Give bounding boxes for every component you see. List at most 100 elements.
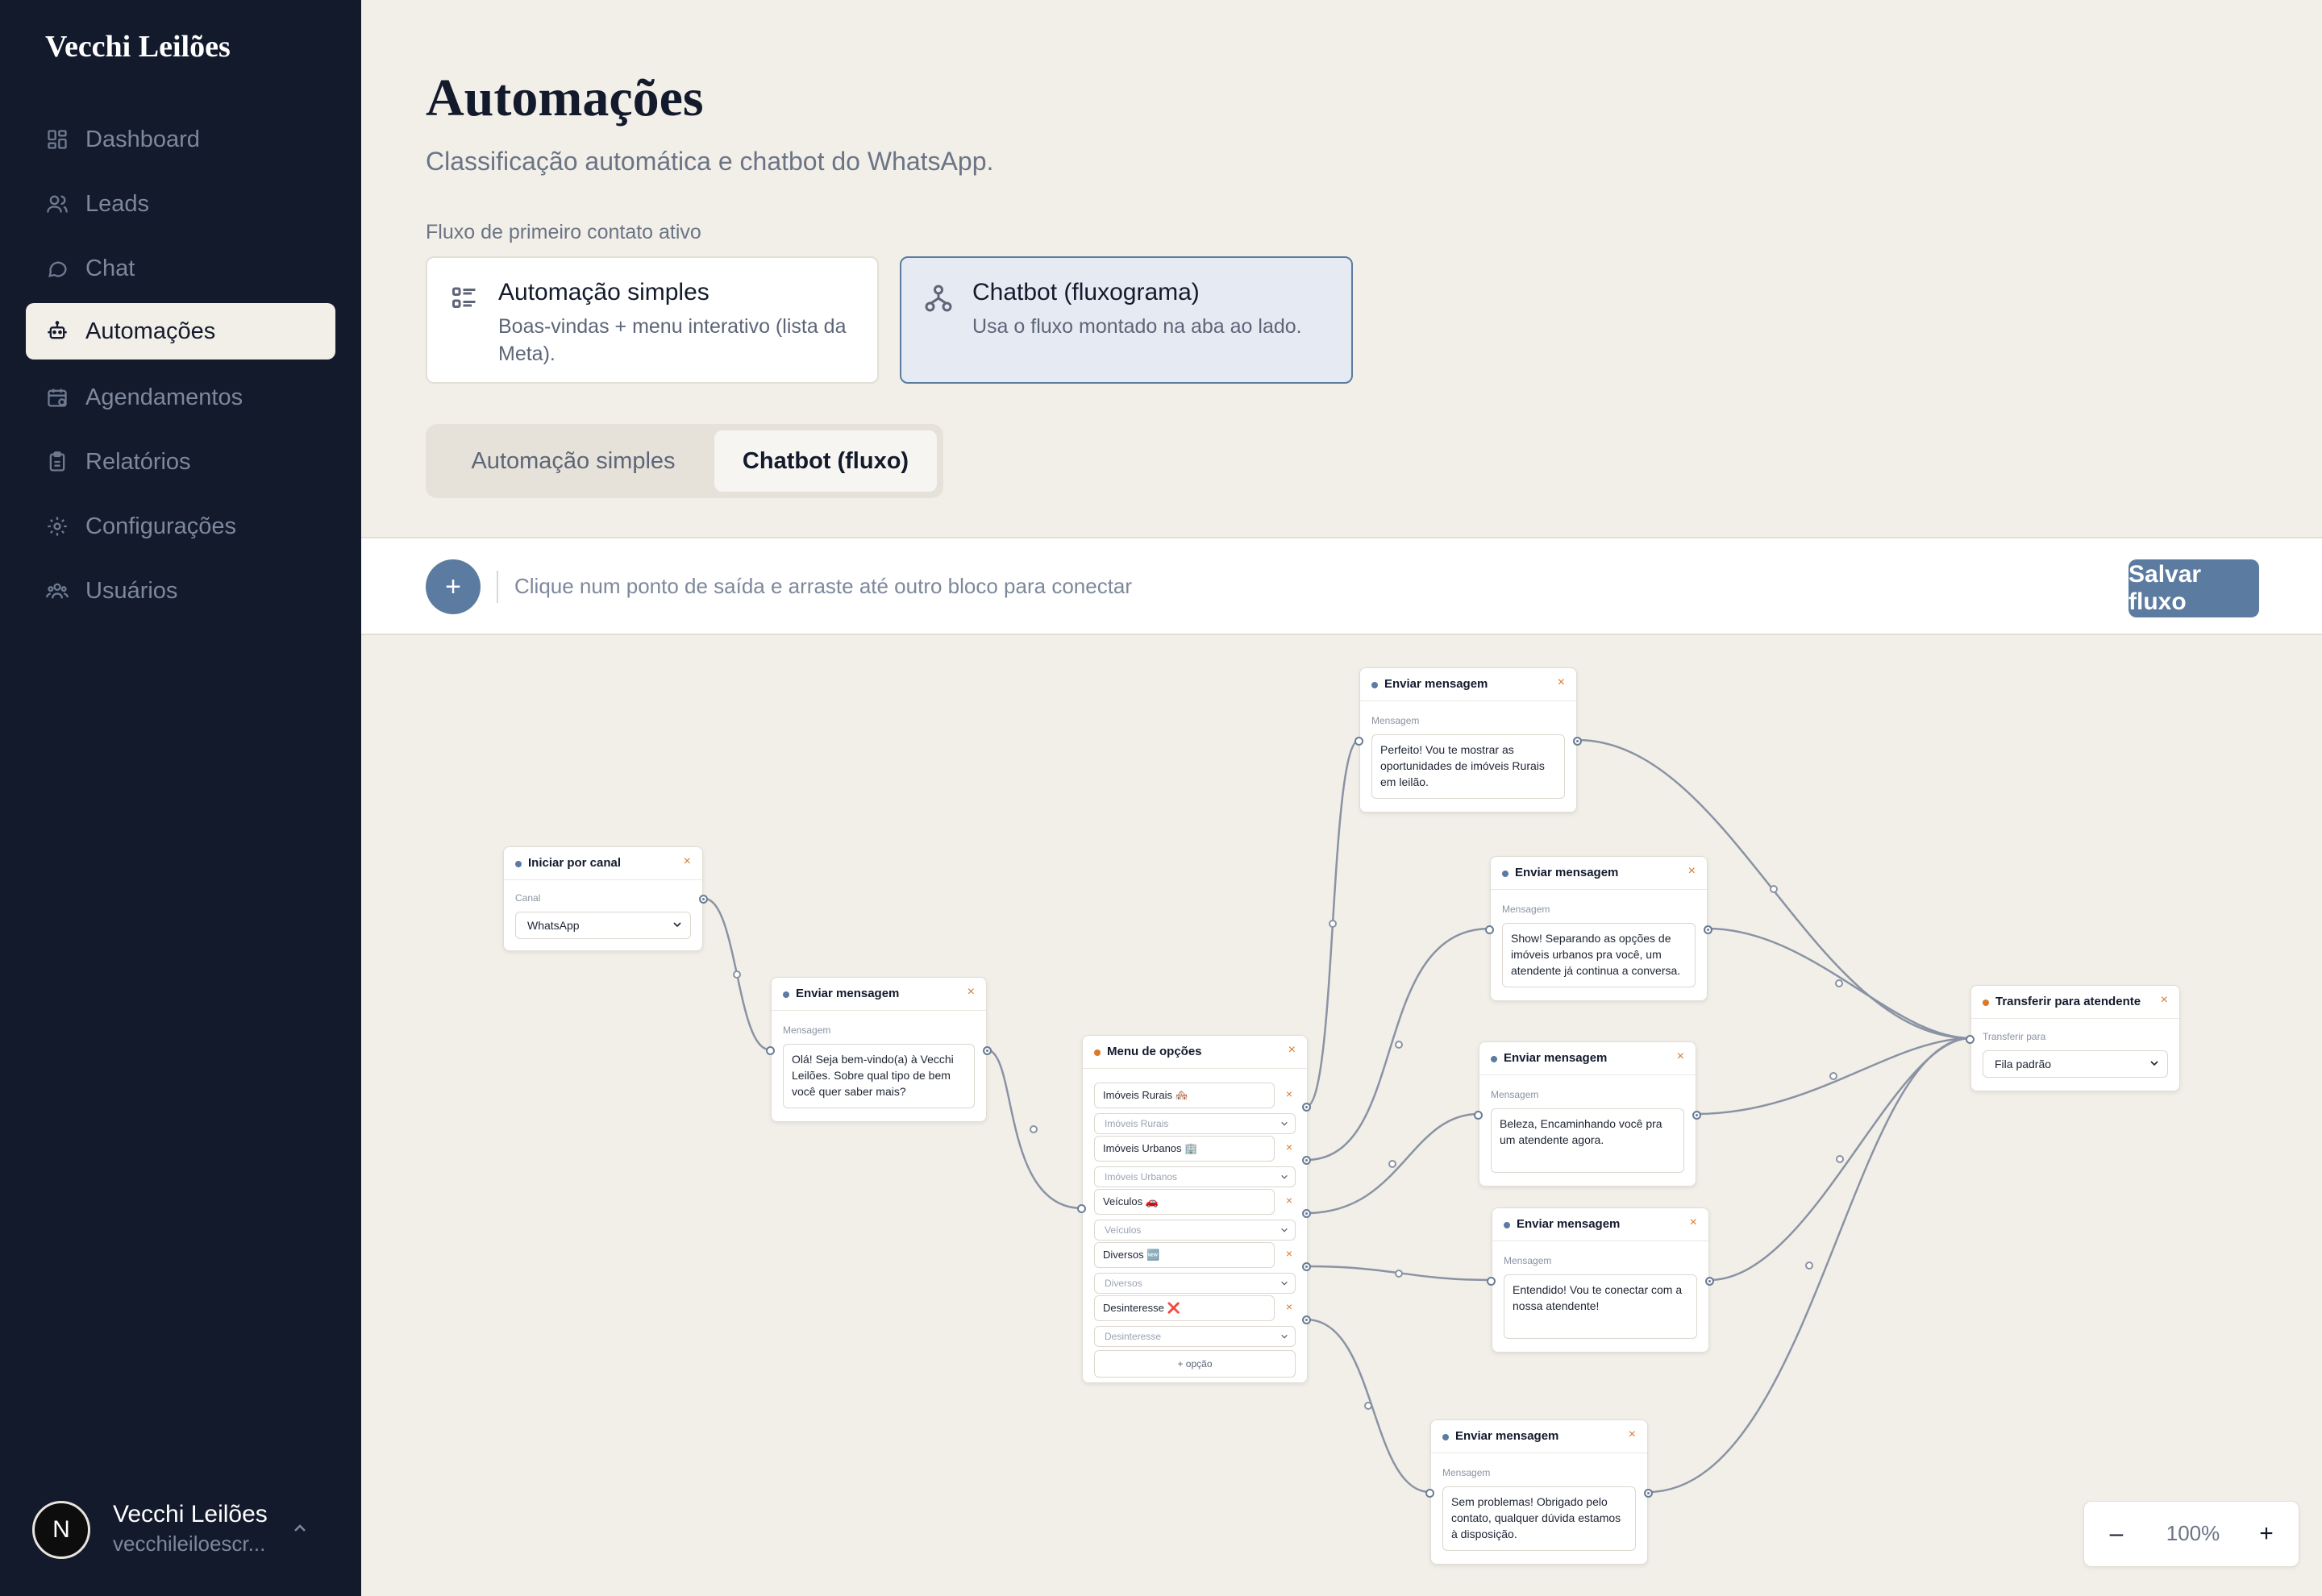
option-input[interactable]: Imóveis Urbanos 🏢 [1094,1136,1275,1162]
node-send-message-welcome[interactable]: Enviar mensagem × Mensagem Olá! Seja bem… [766,977,992,1122]
page-title: Automações [426,69,704,127]
message-textarea[interactable]: Show! Separando as opções de imóveis urb… [1502,923,1696,987]
option-target-select[interactable]: Imóveis Urbanos [1094,1166,1296,1187]
input-port[interactable] [1485,925,1494,934]
message-textarea[interactable]: Olá! Seja bem-vindo(a) à Vecchi Leilões.… [783,1044,975,1108]
close-icon[interactable]: × [684,854,691,869]
sidebar-item-relatorios[interactable]: Relatórios [26,434,335,490]
output-port[interactable] [1302,1262,1311,1271]
close-icon[interactable]: × [1688,864,1696,879]
flow-canvas[interactable]: Iniciar por canal × Canal WhatsApp Envia… [361,635,2322,1596]
output-port[interactable] [1704,925,1712,934]
user-menu[interactable]: N Vecchi Leilões vecchileiloescr... [32,1501,339,1559]
option-target-placeholder: Veículos [1105,1224,1142,1236]
node-header[interactable]: Iniciar por canal × [504,847,702,880]
sidebar-item-configuracoes[interactable]: Configurações [26,498,335,555]
output-port[interactable] [699,895,708,904]
mode-card-title: Automação simples [498,279,710,305]
output-port[interactable] [1302,1156,1311,1165]
output-port[interactable] [1705,1277,1714,1286]
sidebar-item-chat[interactable]: Chat [26,240,335,297]
close-icon[interactable]: × [1288,1043,1296,1058]
save-flow-button[interactable]: Salvar fluxo [2128,559,2259,617]
sidebar-item-leads[interactable]: Leads [26,176,335,232]
input-port[interactable] [1077,1204,1086,1213]
sidebar-item-usuarios[interactable]: Usuários [26,563,335,619]
message-textarea[interactable]: Perfeito! Vou te mostrar as oportunidade… [1371,734,1565,799]
option-target-select[interactable]: Diversos [1094,1273,1296,1294]
option-target-select[interactable]: Veículos [1094,1220,1296,1241]
message-textarea[interactable]: Sem problemas! Obrigado pelo contato, qu… [1442,1486,1636,1551]
output-port[interactable] [1644,1489,1653,1498]
output-port[interactable] [1302,1103,1311,1112]
input-port[interactable] [1354,737,1363,746]
output-port[interactable] [1302,1315,1311,1324]
message-textarea[interactable]: Beleza, Encaminhando você pra um atenden… [1491,1108,1684,1173]
node-send-message-desinteresse[interactable]: Enviar mensagem × Mensagem Sem problemas… [1425,1419,1653,1565]
close-icon[interactable]: × [968,985,975,1000]
output-port[interactable] [983,1046,992,1055]
remove-option-icon[interactable]: × [1286,1087,1292,1100]
zoom-level: 100% [2166,1521,2220,1545]
close-icon[interactable]: × [1558,675,1565,690]
node-send-message-diversos[interactable]: Enviar mensagem × Mensagem Entendido! Vo… [1487,1207,1714,1353]
option-input[interactable]: Desinteresse ❌ [1094,1295,1275,1321]
channel-select[interactable]: WhatsApp [515,912,691,939]
node-send-message-rurais[interactable]: Enviar mensagem × Mensagem Perfeito! Vou… [1354,667,1582,813]
sidebar-item-agendamentos[interactable]: Agendamentos [26,369,335,426]
close-icon[interactable]: × [2161,993,2168,1008]
mode-card-simple[interactable]: Automação simples Boas-vindas + menu int… [426,256,879,384]
node-header[interactable]: Menu de opções × [1083,1036,1307,1069]
node-send-message-urbanos[interactable]: Enviar mensagem × Mensagem Show! Separan… [1485,856,1712,1001]
option-input[interactable]: Imóveis Rurais 🏘️ [1094,1083,1275,1108]
chevron-down-icon [673,922,681,928]
close-icon[interactable]: × [1690,1216,1697,1230]
node-options-menu[interactable]: Menu de opções × Imóveis Rurais 🏘️ × Imó… [1077,1035,1311,1383]
tab-chatbot-fluxo[interactable]: Chatbot (fluxo) [714,430,937,492]
mode-card-description: Boas-vindas + menu interativo (lista da … [498,315,847,365]
mode-card-chatbot[interactable]: Chatbot (fluxograma) Usa o fluxo montado… [900,256,1353,384]
close-icon[interactable]: × [1677,1049,1684,1064]
zoom-in-button[interactable]: + [2249,1516,2284,1552]
option-input[interactable]: Diversos 🆕 [1094,1242,1275,1268]
add-block-button[interactable]: + [426,559,481,614]
message-textarea[interactable]: Entendido! Vou te conectar com a nossa a… [1504,1274,1697,1339]
node-send-message-veiculos[interactable]: Enviar mensagem × Mensagem Beleza, Encam… [1474,1041,1701,1187]
sidebar-item-automacoes[interactable]: Automações [26,303,335,360]
option-input[interactable]: Veículos 🚗 [1094,1189,1275,1215]
remove-option-icon[interactable]: × [1286,1141,1292,1153]
remove-option-icon[interactable]: × [1286,1194,1292,1207]
close-icon[interactable]: × [1629,1428,1636,1442]
option-target-select[interactable]: Imóveis Rurais [1094,1113,1296,1134]
node-title: Enviar mensagem [796,987,900,1000]
zoom-out-button[interactable]: – [2099,1516,2134,1552]
input-port[interactable] [1474,1111,1483,1120]
input-port[interactable] [1966,1035,1975,1044]
node-header[interactable]: Enviar mensagem × [1492,1208,1708,1241]
node-header[interactable]: Enviar mensagem × [772,978,986,1011]
output-port[interactable] [1692,1111,1701,1120]
tab-automacao-simples[interactable]: Automação simples [432,430,714,492]
option-target-select[interactable]: Desinteresse [1094,1326,1296,1347]
output-port[interactable] [1573,737,1582,746]
node-transfer-to-agent[interactable]: Transferir para atendente × Transferir p… [1966,985,2180,1091]
remove-option-icon[interactable]: × [1286,1247,1292,1260]
sidebar-item-dashboard[interactable]: Dashboard [26,111,335,168]
node-header[interactable]: Enviar mensagem × [1491,857,1707,890]
remove-option-icon[interactable]: × [1286,1300,1292,1313]
chevron-up-icon[interactable] [290,1519,310,1538]
brand-logo[interactable]: Vecchi Leilões [45,29,231,64]
node-header[interactable]: Enviar mensagem × [1479,1042,1696,1075]
queue-select[interactable]: Fila padrão [1983,1050,2168,1078]
output-port[interactable] [1302,1209,1311,1218]
node-start-channel[interactable]: Iniciar por canal × Canal WhatsApp [503,846,708,951]
sidebar-item-label: Chat [85,255,135,281]
node-header[interactable]: Enviar mensagem × [1431,1420,1647,1453]
input-port[interactable] [1425,1489,1434,1498]
input-port[interactable] [766,1046,775,1055]
node-header[interactable]: Enviar mensagem × [1360,668,1576,701]
input-port[interactable] [1487,1277,1496,1286]
node-title: Transferir para atendente [1995,995,2141,1008]
node-header[interactable]: Transferir para atendente × [1971,986,2179,1019]
add-option-button[interactable]: + opção [1094,1350,1296,1378]
